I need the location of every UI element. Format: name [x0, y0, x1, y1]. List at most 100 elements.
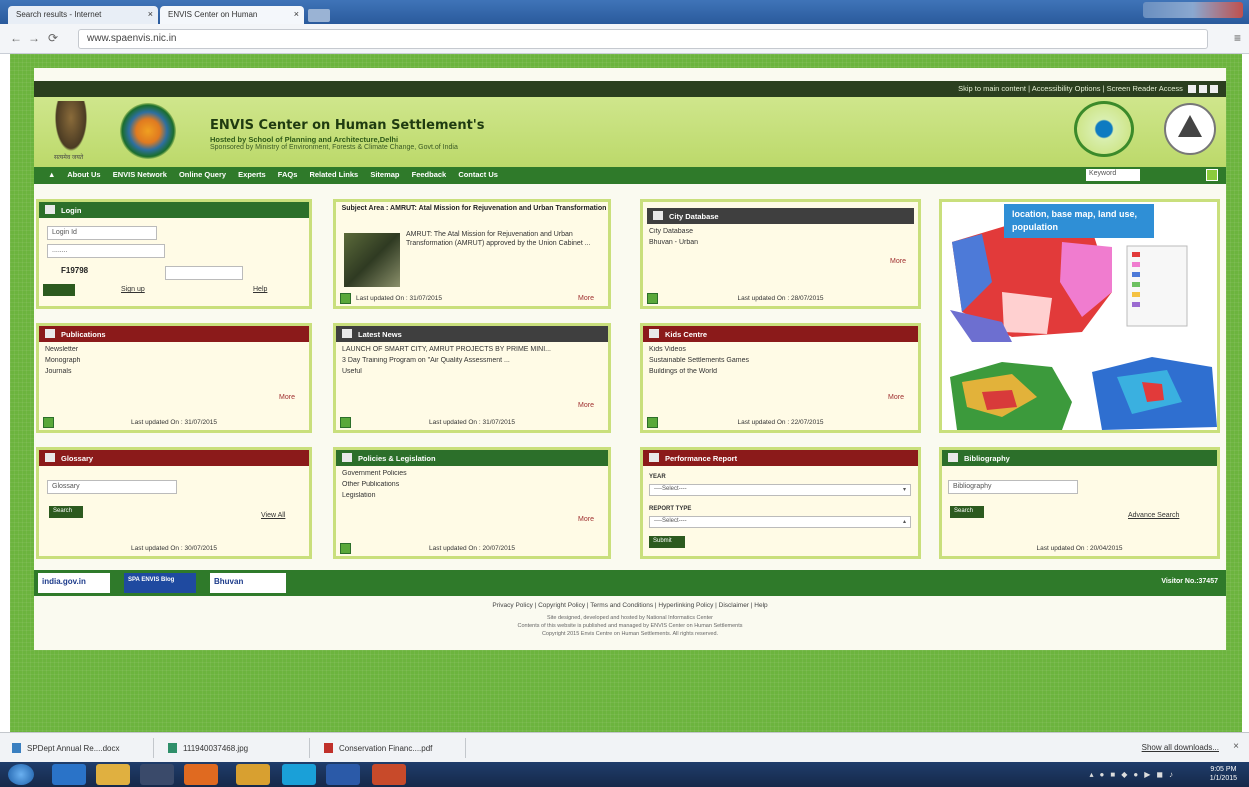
start-button[interactable]: [8, 764, 34, 785]
window-controls[interactable]: [1143, 2, 1243, 18]
nav-about[interactable]: About Us: [67, 170, 100, 179]
plus-icon[interactable]: [340, 417, 351, 428]
nav-contact[interactable]: Contact Us: [458, 170, 498, 179]
accessibility-links[interactable]: Skip to main content | Accessibility Opt…: [958, 84, 1183, 93]
browser-tab-search[interactable]: Search results - Internet ×: [8, 6, 158, 24]
updated-text: Last updated On : 20/07/2015: [428, 545, 515, 552]
list-item[interactable]: 3 Day Training Program on "Air Quality A…: [342, 357, 602, 364]
panel-header: City Database: [647, 208, 914, 224]
menu-icon[interactable]: ≡: [1234, 31, 1241, 45]
list-item[interactable]: Monograph: [45, 357, 303, 364]
map-caption: location, base map, land use, population: [1004, 204, 1154, 238]
search-go-button[interactable]: [1206, 169, 1218, 181]
word-icon[interactable]: [326, 764, 360, 785]
nav-faqs[interactable]: FAQs: [278, 170, 298, 179]
powerpoint-icon[interactable]: [372, 764, 406, 785]
list-item[interactable]: Useful: [342, 368, 602, 375]
home-icon[interactable]: ▲: [48, 170, 55, 179]
report-type-select[interactable]: ----Select---- ▴: [649, 516, 911, 528]
glossary-panel: Glossary Glossary Search View All Last u…: [36, 447, 312, 559]
list-item[interactable]: Other Publications: [342, 481, 602, 488]
ie-icon[interactable]: [52, 764, 86, 785]
more-link[interactable]: More: [279, 394, 295, 401]
submit-button[interactable]: Submit: [649, 536, 685, 548]
list-item[interactable]: Bhuvan - Urban: [649, 239, 912, 246]
list-item[interactable]: Kids Videos: [649, 346, 912, 353]
india-gov-badge[interactable]: india.gov.in: [38, 573, 110, 593]
text-size-icon[interactable]: [1199, 85, 1207, 94]
close-icon[interactable]: ×: [294, 9, 299, 19]
list-item[interactable]: Buildings of the World: [649, 368, 912, 375]
bibliography-search-button[interactable]: Search: [950, 506, 984, 518]
list-item[interactable]: Newsletter: [45, 346, 303, 353]
list-item[interactable]: Sustainable Settlements Games: [649, 357, 912, 364]
panel-title: Policies & Legislation: [358, 454, 436, 463]
view-all-link[interactable]: View All: [261, 512, 285, 519]
firefox-icon[interactable]: [184, 764, 218, 785]
glossary-search-button[interactable]: Search: [49, 506, 83, 518]
close-icon[interactable]: ×: [148, 9, 153, 19]
bhuvan-badge[interactable]: Bhuvan: [210, 573, 286, 593]
clock[interactable]: 9:05 PM 1/1/2015: [1210, 765, 1237, 783]
list-item[interactable]: City Database: [649, 228, 912, 235]
panel-header: Publications: [39, 326, 309, 342]
plus-icon[interactable]: [340, 293, 351, 304]
site-search-input[interactable]: Keyword: [1086, 169, 1140, 181]
chrome-icon[interactable]: [236, 764, 270, 785]
select-value: ----Select----: [654, 518, 687, 524]
glossary-input[interactable]: Glossary: [47, 480, 177, 494]
user-icon: [45, 205, 55, 214]
back-icon[interactable]: ←: [10, 31, 22, 45]
image-file-icon: [168, 743, 177, 753]
browser-tab-envis[interactable]: ENVIS Center on Human ×: [160, 6, 304, 24]
list-item[interactable]: Journals: [45, 368, 303, 375]
skype-icon[interactable]: [282, 764, 316, 785]
contrast-icon[interactable]: [1210, 85, 1218, 94]
nav-sitemap[interactable]: Sitemap: [370, 170, 399, 179]
map-panel[interactable]: location, base map, land use, population: [939, 199, 1220, 433]
show-all-downloads-link[interactable]: Show all downloads...: [1142, 743, 1219, 752]
captcha-input[interactable]: [165, 266, 243, 280]
footer-links[interactable]: Privacy Policy | Copyright Policy | Term…: [34, 602, 1226, 609]
folder-icon[interactable]: [96, 764, 130, 785]
plus-icon[interactable]: [647, 417, 658, 428]
help-link[interactable]: Help: [253, 286, 267, 293]
year-select[interactable]: ----Select---- ▾: [649, 484, 911, 496]
login-button[interactable]: [43, 284, 75, 296]
reload-icon[interactable]: ⟳: [48, 31, 58, 45]
spa-logo-icon: [1164, 103, 1216, 155]
nav-experts[interactable]: Experts: [238, 170, 266, 179]
new-tab-button[interactable]: [308, 9, 330, 22]
nav-feedback[interactable]: Feedback: [412, 170, 447, 179]
more-link[interactable]: More: [888, 394, 904, 401]
nav-envis-network[interactable]: ENVIS Network: [113, 170, 167, 179]
signup-link[interactable]: Sign up: [121, 286, 145, 293]
login-id-input[interactable]: Login Id: [47, 226, 157, 240]
system-tray[interactable]: ▴●■◆●▶◼♪: [1090, 770, 1179, 779]
page-background: Skip to main content | Accessibility Opt…: [10, 54, 1242, 732]
forward-icon[interactable]: →: [28, 31, 40, 45]
download-item[interactable]: SPDept Annual Re....docx: [4, 738, 154, 758]
text-size-icon[interactable]: [1188, 85, 1196, 94]
close-icon[interactable]: ×: [1233, 741, 1239, 752]
more-link[interactable]: More: [578, 295, 594, 302]
more-link[interactable]: More: [890, 258, 906, 265]
download-item[interactable]: 111940037468.jpg: [160, 738, 310, 758]
plus-icon[interactable]: [647, 293, 658, 304]
nav-related-links[interactable]: Related Links: [309, 170, 358, 179]
nav-online-query[interactable]: Online Query: [179, 170, 226, 179]
list-item[interactable]: Legislation: [342, 492, 602, 499]
list-item[interactable]: LAUNCH OF SMART CITY, AMRUT PROJECTS BY …: [342, 346, 602, 353]
media-icon[interactable]: [140, 764, 174, 785]
download-item[interactable]: Conservation Financ....pdf: [316, 738, 466, 758]
blog-badge[interactable]: SPA ENVIS Blog: [124, 573, 196, 593]
url-input[interactable]: www.spaenvis.nic.in: [78, 29, 1208, 49]
more-link[interactable]: More: [578, 402, 594, 409]
list-item[interactable]: Government Policies: [342, 470, 602, 477]
password-input[interactable]: ........: [47, 244, 165, 258]
plus-icon[interactable]: [340, 543, 351, 554]
advance-search-link[interactable]: Advance Search: [1128, 512, 1179, 519]
plus-icon[interactable]: [43, 417, 54, 428]
more-link[interactable]: More: [578, 516, 594, 523]
bibliography-input[interactable]: Bibliography: [948, 480, 1078, 494]
